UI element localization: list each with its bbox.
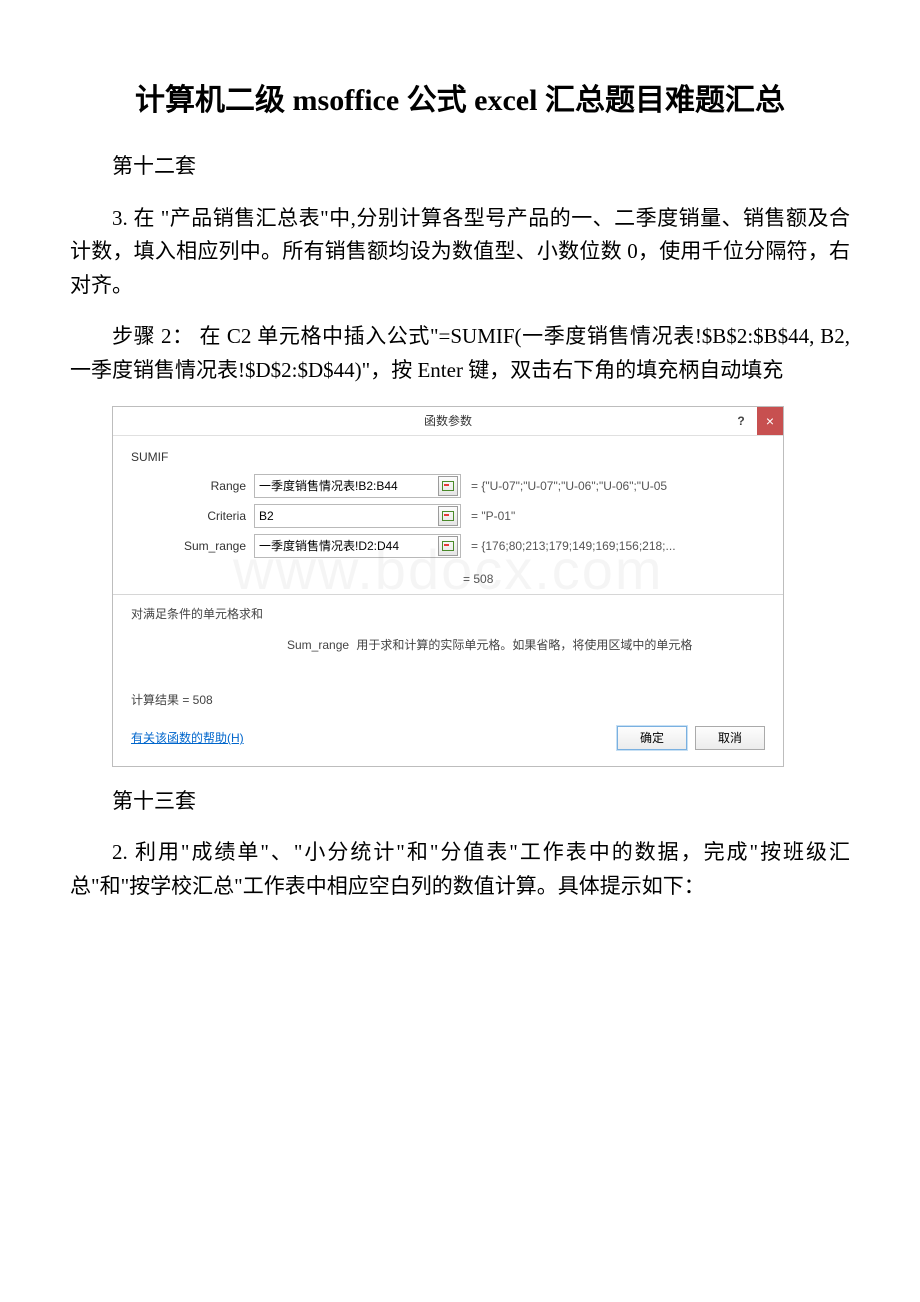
arg-eval-range: = {"U-07";"U-07";"U-06";"U-06";"U-05 xyxy=(461,479,667,493)
argument-description: Sum_range 用于求和计算的实际单元格。如果省略，将使用区域中的单元格 xyxy=(131,636,765,653)
arg-eval-criteria: = "P-01" xyxy=(461,509,515,523)
ok-button[interactable]: 确定 xyxy=(617,726,687,750)
document-title: 计算机二级 msoffice 公式 excel 汇总题目难题汇总 xyxy=(70,80,850,122)
task-3-text: 3. 在 "产品销售汇总表"中,分别计算各型号产品的一、二季度销量、销售额及合计… xyxy=(70,202,850,303)
ref-select-icon[interactable] xyxy=(438,536,458,556)
dialog-title-text: 函数参数 xyxy=(424,414,472,428)
arg-label-range: Range xyxy=(131,479,254,493)
calculation-result: 计算结果 = 508 xyxy=(131,691,765,708)
function-name-label: SUMIF xyxy=(131,450,765,464)
arg-eval-sumrange: = {176;80;213;179;149;169;156;218;... xyxy=(461,539,676,553)
arg-desc-text: 用于求和计算的实际单元格。如果省略，将使用区域中的单元格 xyxy=(356,638,692,652)
close-icon[interactable]: × xyxy=(757,407,783,435)
criteria-field[interactable] xyxy=(255,506,436,526)
section-heading-12: 第十二套 xyxy=(70,150,850,184)
dialog-divider xyxy=(113,594,783,595)
function-arguments-dialog: 函数参数 ? × www.bdocx.com SUMIF Range = {"U… xyxy=(112,406,784,767)
preview-result: = 508 xyxy=(463,572,765,586)
range-field[interactable] xyxy=(255,476,436,496)
function-description: 对满足条件的单元格求和 xyxy=(131,605,765,622)
dialog-titlebar: 函数参数 ? × xyxy=(113,407,783,436)
section-heading-13: 第十三套 xyxy=(70,785,850,819)
arg-label-sumrange: Sum_range xyxy=(131,539,254,553)
arg-row-range: Range = {"U-07";"U-07";"U-06";"U-06";"U-… xyxy=(131,474,765,498)
ref-select-icon[interactable] xyxy=(438,476,458,496)
arg-desc-label: Sum_range xyxy=(287,638,349,652)
help-icon[interactable]: ? xyxy=(729,407,753,435)
ref-select-icon[interactable] xyxy=(438,506,458,526)
step-2-text: 步骤 2： 在 C2 单元格中插入公式"=SUMIF(一季度销售情况表!$B$2… xyxy=(70,320,850,387)
arg-input-criteria[interactable] xyxy=(254,504,461,528)
arg-input-sumrange[interactable] xyxy=(254,534,461,558)
task-2-text: 2. 利用"成绩单"、"小分统计"和"分值表"工作表中的数据，完成"按班级汇总"… xyxy=(70,836,850,903)
arg-row-sumrange: Sum_range = {176;80;213;179;149;169;156;… xyxy=(131,534,765,558)
arg-label-criteria: Criteria xyxy=(131,509,254,523)
arg-row-criteria: Criteria = "P-01" xyxy=(131,504,765,528)
function-help-link[interactable]: 有关该函数的帮助(H) xyxy=(131,729,244,746)
arg-input-range[interactable] xyxy=(254,474,461,498)
cancel-button[interactable]: 取消 xyxy=(695,726,765,750)
sumrange-field[interactable] xyxy=(255,536,436,556)
